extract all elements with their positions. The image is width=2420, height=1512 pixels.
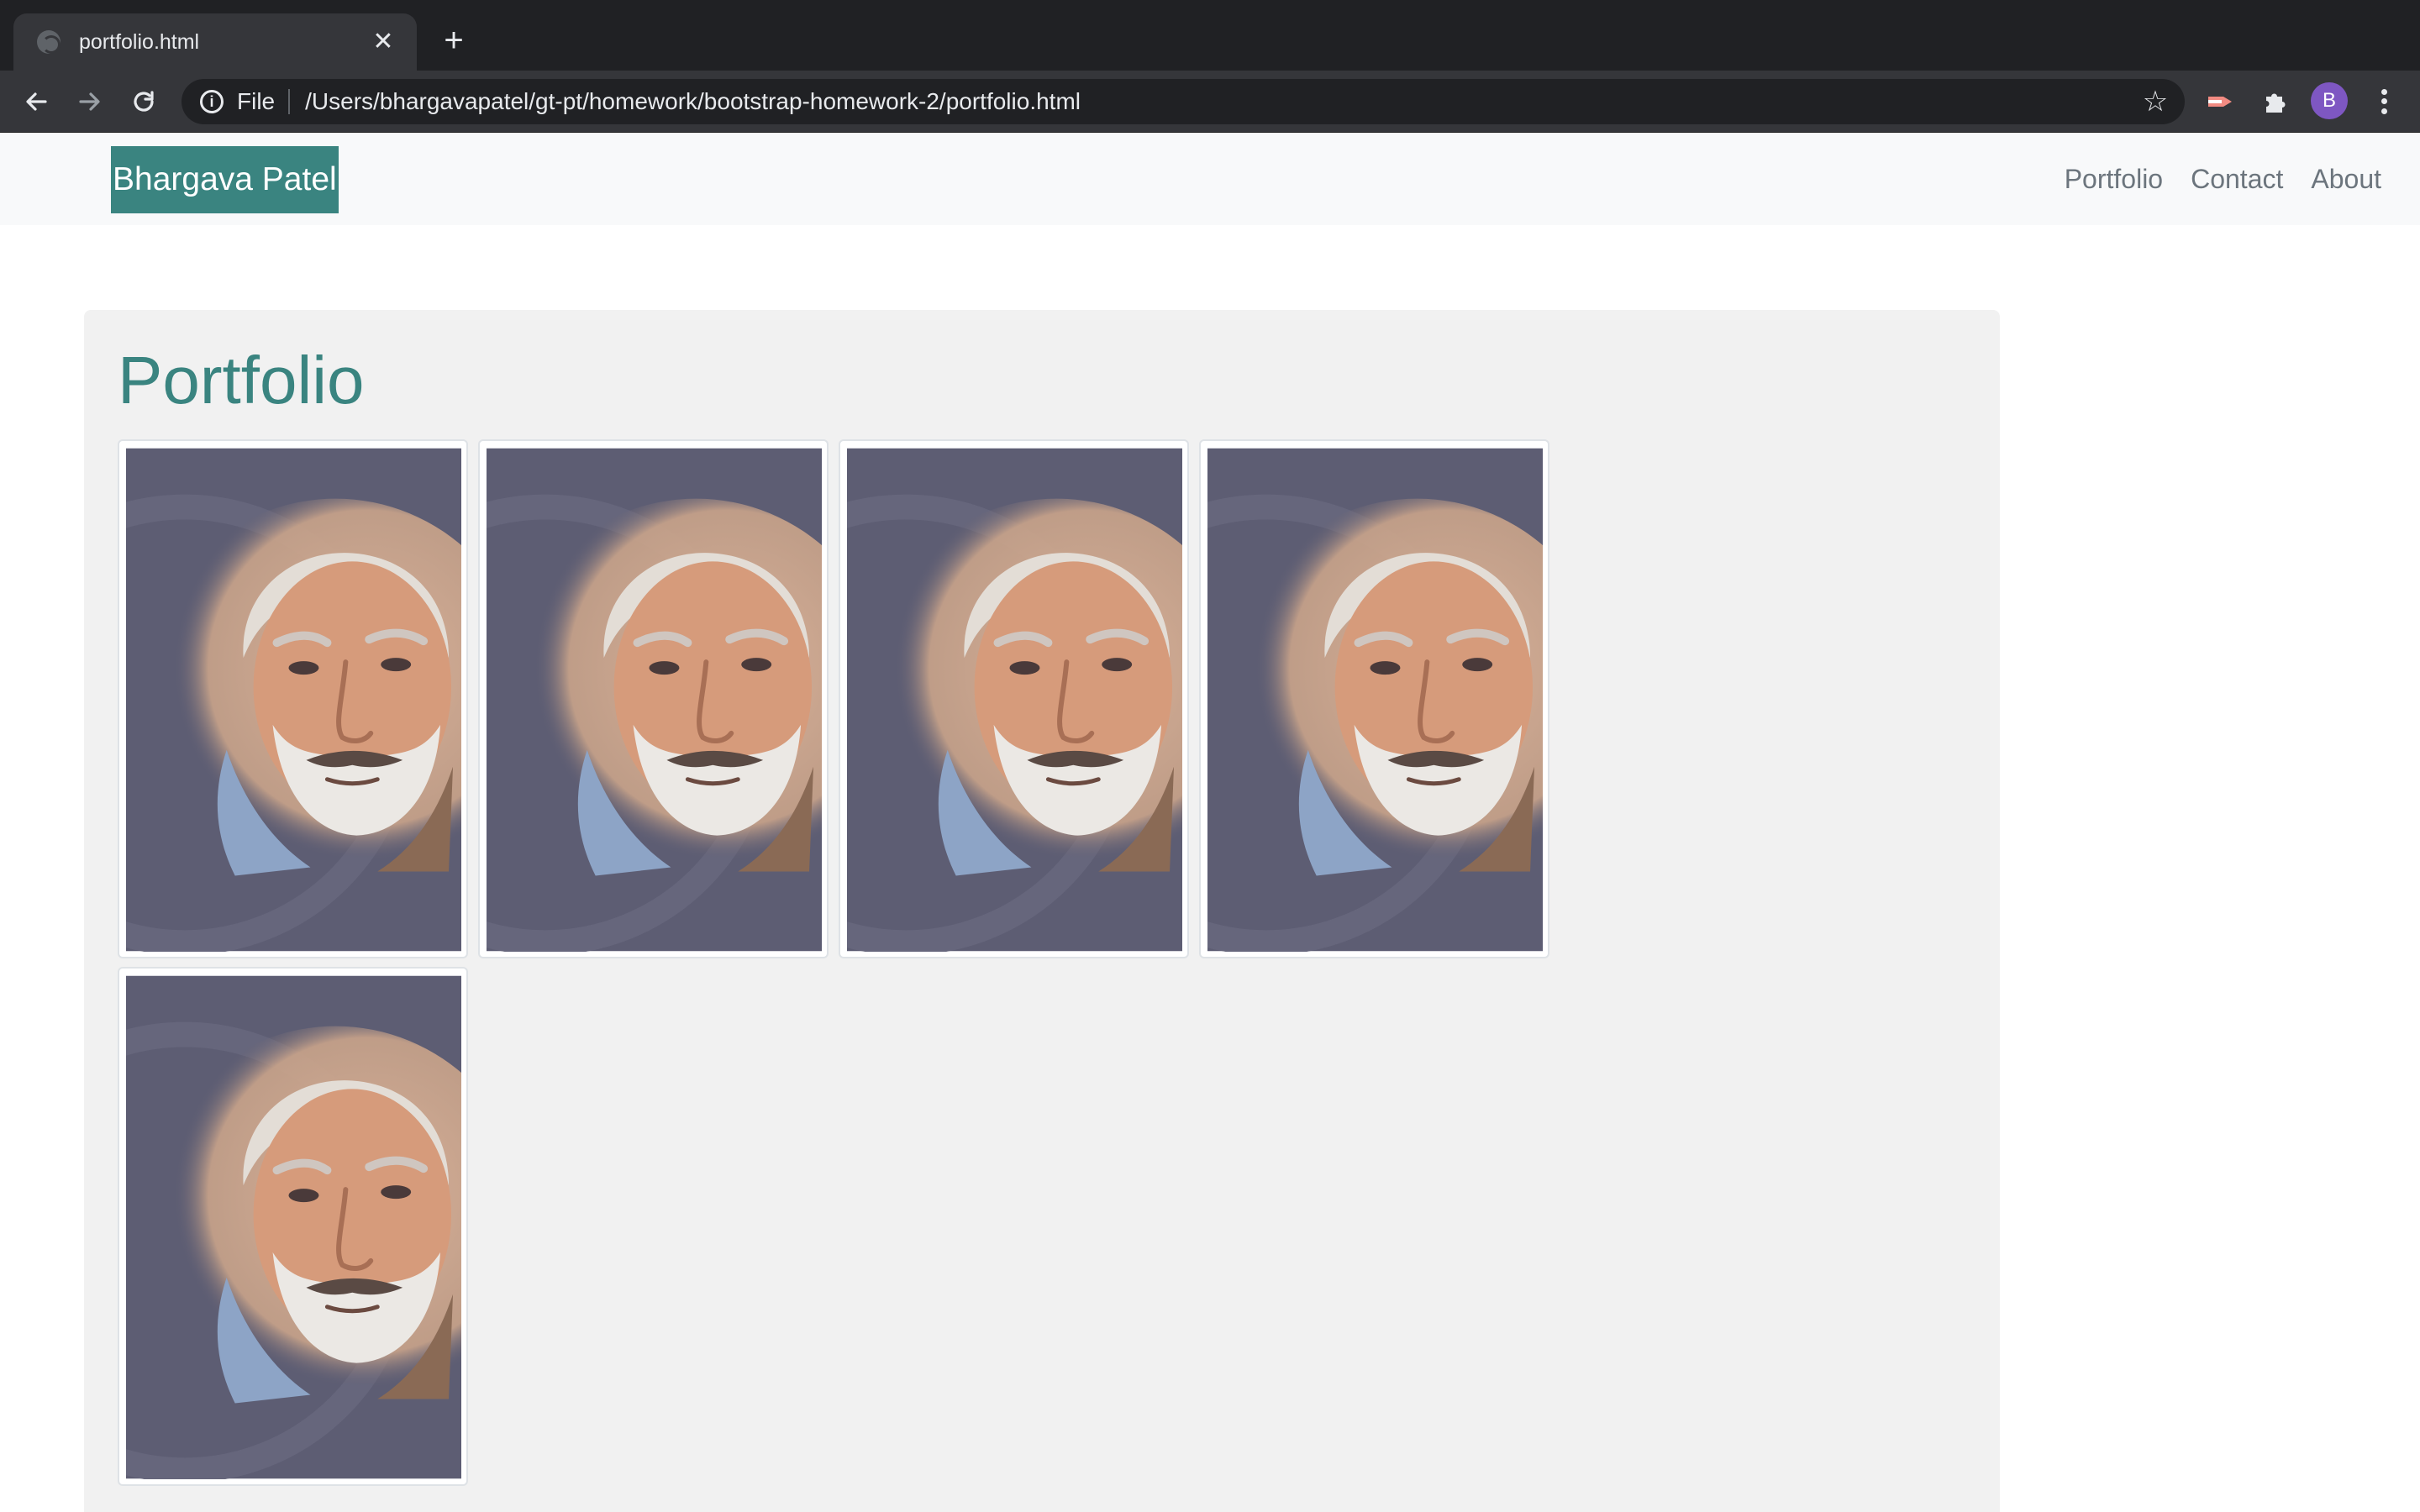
browser-tab[interactable]: portfolio.html ✕ [13, 13, 417, 71]
portfolio-image[interactable] [839, 439, 1189, 958]
portrait-image [847, 448, 1182, 952]
portfolio-gallery [118, 439, 1563, 1494]
tab-title: portfolio.html [79, 29, 200, 54]
back-arrow-icon[interactable] [17, 82, 55, 121]
info-icon[interactable]: i [200, 90, 224, 113]
puzzle-icon[interactable] [2259, 86, 2291, 118]
portfolio-image[interactable] [1199, 439, 1549, 958]
site-navbar: Bhargava Patel Portfolio Contact About [0, 133, 2420, 225]
portfolio-image[interactable] [118, 967, 468, 1486]
forward-arrow-icon[interactable] [71, 82, 109, 121]
scheme-label: File [237, 88, 276, 114]
nav-link-portfolio[interactable]: Portfolio [2065, 164, 2163, 195]
kebab-menu-icon[interactable] [2370, 84, 2398, 119]
portfolio-image[interactable] [478, 439, 829, 958]
new-tab-icon[interactable]: + [437, 24, 471, 57]
reload-icon[interactable] [124, 82, 163, 121]
avatar[interactable]: B [2311, 82, 2348, 119]
portrait-image [126, 448, 461, 952]
nav-links: Portfolio Contact About [2037, 133, 2381, 225]
browser-tab-strip: portfolio.html ✕ + [0, 0, 2420, 71]
omnibox-divider [288, 89, 291, 114]
page-viewport: Bhargava Patel Portfolio Contact About P… [0, 133, 2420, 1512]
nav-link-contact[interactable]: Contact [2191, 164, 2283, 195]
extension-icon[interactable] [2205, 86, 2237, 118]
portfolio-jumbotron: Portfolio [84, 310, 2000, 1512]
portrait-image [1207, 448, 1543, 952]
portrait-image [487, 448, 822, 952]
star-icon[interactable]: ☆ [2141, 87, 2170, 116]
brand-logo[interactable]: Bhargava Patel [111, 146, 339, 213]
close-tab-icon[interactable]: ✕ [370, 29, 397, 55]
page-title: Portfolio [118, 343, 365, 417]
portfolio-image[interactable] [118, 439, 468, 958]
globe-icon [37, 30, 60, 54]
nav-link-about[interactable]: About [2311, 164, 2381, 195]
address-bar[interactable]: i File /Users/bhargavapatel/gt-pt/homewo… [182, 79, 2185, 124]
portrait-image [126, 975, 461, 1479]
browser-toolbar: i File /Users/bhargavapatel/gt-pt/homewo… [0, 71, 2420, 133]
url-text[interactable]: /Users/bhargavapatel/gt-pt/homework/boot… [305, 88, 1081, 115]
